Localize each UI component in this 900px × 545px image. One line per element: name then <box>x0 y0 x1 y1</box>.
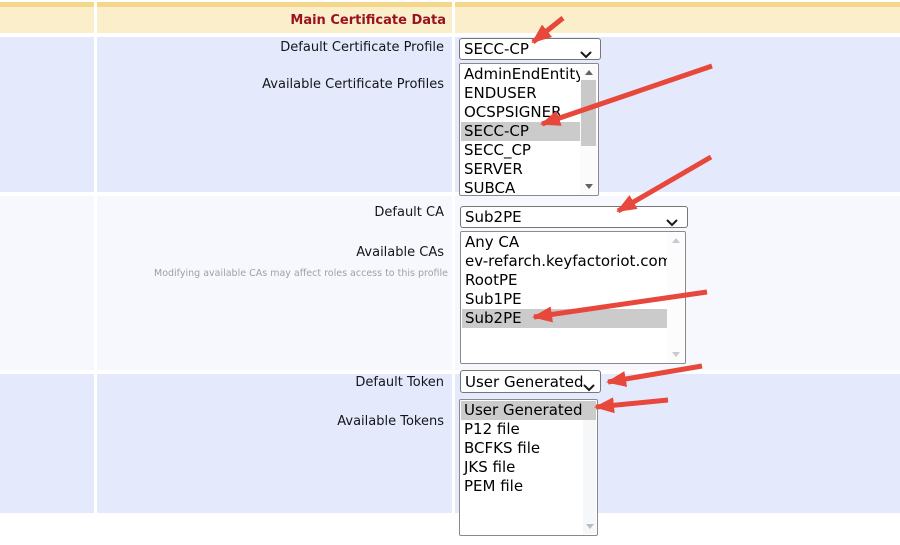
list-option[interactable]: BCFKS file <box>461 439 596 458</box>
chevron-down-icon <box>666 213 678 228</box>
edit-certificate-profile-page: Main Certificate Data Default Certificat… <box>0 0 900 545</box>
available-tokens-listbox[interactable]: User GeneratedP12 fileBCFKS fileJKS file… <box>459 399 598 536</box>
scrollbar-up-icon[interactable] <box>667 233 684 248</box>
list-option[interactable]: Sub2PE <box>462 309 667 328</box>
available-cas-note: Modifying available CAs may affect roles… <box>97 268 448 280</box>
default-certificate-profile-value: SECC-CP <box>464 40 529 58</box>
scrollbar-down-icon[interactable] <box>580 179 597 194</box>
default-ca-select[interactable]: Sub2PE <box>460 206 688 228</box>
row3-cell-label <box>97 374 452 513</box>
scrollbar[interactable] <box>667 233 684 362</box>
scrollbar-track[interactable] <box>583 420 596 534</box>
list-option[interactable]: JKS file <box>461 458 596 477</box>
option-list: User GeneratedP12 fileBCFKS fileJKS file… <box>461 401 596 534</box>
default-ca-value: Sub2PE <box>465 208 522 226</box>
chevron-down-icon <box>580 45 592 60</box>
available-cas-listbox[interactable]: Any CAev-refarch.keyfactoriot.comRootPES… <box>460 231 686 364</box>
row2-cell-label <box>97 196 452 370</box>
available-certificate-profiles-listbox[interactable]: AdminEndEntityENDUSEROCSPSIGNERSECC-CPSE… <box>459 63 599 196</box>
row1-cell-label <box>97 37 452 192</box>
scrollbar[interactable] <box>583 420 596 534</box>
list-option[interactable]: SERVER <box>461 160 580 179</box>
header-cell-right <box>455 2 900 33</box>
list-option[interactable]: SECC-CP <box>461 122 580 141</box>
label-available-tokens: Available Tokens <box>97 414 444 430</box>
list-option[interactable]: AdminEndEntity <box>461 65 580 84</box>
option-list: AdminEndEntityENDUSEROCSPSIGNERSECC-CPSE… <box>461 65 580 194</box>
header-cell-left <box>0 2 94 33</box>
scrollbar-down-icon[interactable] <box>583 519 596 534</box>
scrollbar[interactable] <box>580 65 597 194</box>
row2-cell-left <box>0 196 94 370</box>
scrollbar-up-icon[interactable] <box>580 65 597 80</box>
label-default-certificate-profile: Default Certificate Profile <box>97 40 444 56</box>
list-option[interactable]: PEM file <box>461 477 596 496</box>
scrollbar-down-icon[interactable] <box>667 347 684 362</box>
list-option[interactable]: SUBCA <box>461 179 580 196</box>
label-available-cas: Available CAs <box>97 245 444 261</box>
list-option[interactable]: P12 file <box>461 420 596 439</box>
section-title: Main Certificate Data <box>97 13 446 28</box>
list-option[interactable]: Sub1PE <box>462 290 667 309</box>
option-list: Any CAev-refarch.keyfactoriot.comRootPES… <box>462 233 667 362</box>
label-available-certificate-profiles: Available Certificate Profiles <box>97 77 444 93</box>
row1-cell-left <box>0 37 94 192</box>
list-option[interactable]: Any CA <box>462 233 667 252</box>
default-token-value: User Generated <box>465 373 584 391</box>
list-option[interactable]: RootPE <box>462 271 667 290</box>
label-default-ca: Default CA <box>97 205 444 221</box>
list-option[interactable]: SECC_CP <box>461 141 580 160</box>
scrollbar-track[interactable] <box>667 233 684 362</box>
chevron-down-icon <box>583 378 595 394</box>
label-default-token: Default Token <box>97 375 444 391</box>
list-option[interactable]: ENDUSER <box>461 84 580 103</box>
list-option[interactable]: ev-refarch.keyfactoriot.com <box>462 252 667 271</box>
row3-cell-left <box>0 374 94 513</box>
scrollbar-thumb[interactable] <box>581 80 596 146</box>
list-option[interactable]: OCSPSIGNER <box>461 103 580 122</box>
default-token-select[interactable]: User Generated <box>460 370 601 393</box>
list-option[interactable]: User Generated <box>461 401 596 420</box>
default-certificate-profile-select[interactable]: SECC-CP <box>459 38 601 60</box>
